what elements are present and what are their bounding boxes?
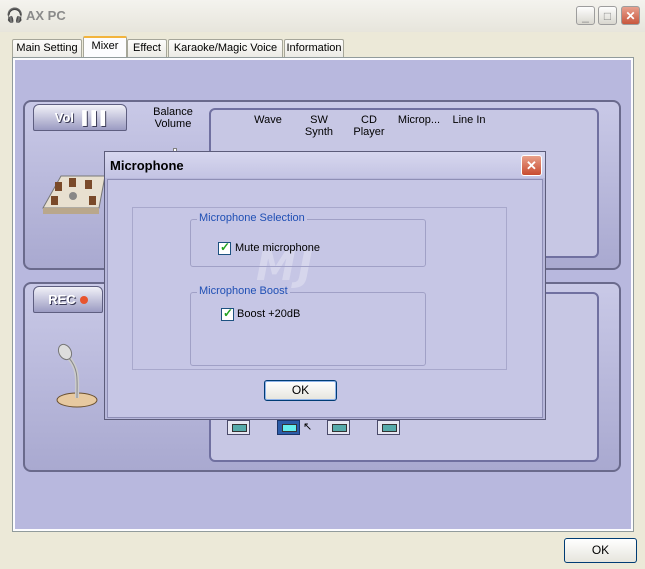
channel-wave-label: Wave [254,114,282,126]
headphones-icon: 🎧 [6,7,24,23]
dialog-group-frame: Microphone Selection Mute microphone Mic… [132,207,507,370]
tab-mixer[interactable]: Mixer [83,36,127,57]
room-speaker-icon [42,175,106,214]
mute-microphone-label: Mute microphone [235,242,320,254]
microphone-selection-group: Microphone Selection Mute microphone [190,212,426,267]
rec-badge: REC [33,286,103,313]
vol-badge-label: Vol [54,110,74,125]
mouse-pointer-icon: ↖ [303,421,313,433]
vol-badge: Vol ▐▐▐ [33,104,127,131]
rec-select-line-in[interactable] [377,420,400,435]
channel-sw-synth-label: SW Synth [304,114,334,138]
dialog-ok-button[interactable]: OK [264,380,337,401]
volume-bars-icon: ▐▐▐ [74,110,106,125]
tab-main-setting[interactable]: Main Setting [12,39,82,57]
record-dot-icon [79,296,88,304]
microphone-selection-title: Microphone Selection [197,212,307,224]
balance-volume-label: Balance Volume [153,106,193,130]
dialog-title: Microphone [110,158,184,173]
ok-button[interactable]: OK [564,538,637,563]
dialog-title-bar[interactable]: Microphone ✕ [105,152,545,178]
rec-badge-label: REC [48,292,76,307]
tab-effect[interactable]: Effect [127,39,167,57]
minimize-button[interactable]: _ [576,6,595,25]
tab-information[interactable]: Information [284,39,344,57]
mute-microphone-checkbox[interactable] [218,240,231,255]
microphone-boost-group: Microphone Boost Boost +20dB [190,285,426,366]
microphone-boost-title: Microphone Boost [197,285,290,297]
dialog-body: MJ Microphone Selection Mute microphone … [107,179,543,418]
window-title: AX PC [26,8,66,23]
dialog-close-button[interactable]: ✕ [521,155,542,176]
rec-select-cd[interactable] [327,420,350,435]
channel-microphone-label: Microp... [397,114,441,126]
rec-select-wave[interactable] [227,420,250,435]
boost-20db-checkbox[interactable] [221,306,234,321]
microphone-icon [56,343,98,408]
channel-cd-player-label: CD Player [353,114,385,138]
microphone-dialog: Microphone ✕ MJ Microphone Selection Mut… [104,151,546,420]
close-button[interactable]: ✕ [621,6,640,25]
maximize-button[interactable]: □ [598,6,617,25]
tab-karaoke-magic-voice[interactable]: Karaoke/Magic Voice [168,39,283,57]
boost-20db-label: Boost +20dB [237,308,301,320]
channel-line-in-label: Line In [452,114,486,126]
title-bar[interactable]: 🎧 AX PC _ □ ✕ [0,0,645,32]
rec-select-microphone[interactable] [277,420,300,435]
